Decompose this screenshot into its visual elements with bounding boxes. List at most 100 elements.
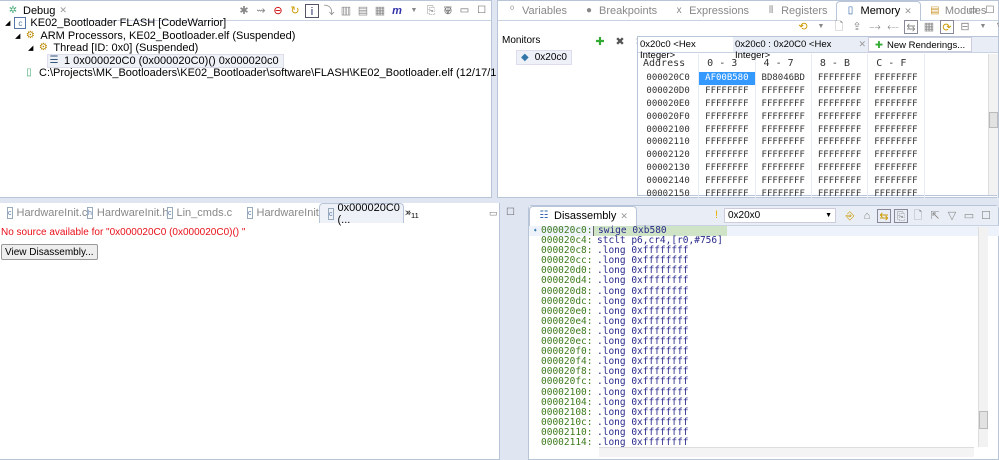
memory-cell[interactable]: FFFFFFFF (698, 110, 756, 124)
memory-cell[interactable]: FFFFFFFF (867, 187, 925, 200)
step-into-icon[interactable]: ⤵ (322, 4, 336, 18)
multicore-icon[interactable]: m (390, 4, 404, 18)
new-view-icon[interactable]: 🗋 (911, 209, 925, 223)
memory-cell[interactable]: FFFFFFFF (811, 148, 869, 162)
link-icon[interactable]: ⇆ (877, 209, 891, 223)
connect-icon[interactable]: ⇝ (254, 4, 268, 18)
memory-cell[interactable]: FFFFFFFF (755, 135, 812, 149)
memory-cell[interactable]: FFFFFFFF (867, 97, 925, 111)
memory-cell[interactable]: FFFFFFFF (867, 135, 925, 149)
rendering-tab-1[interactable]: 0x20c0 <Hex Integer> (638, 37, 733, 61)
view-menu-icon[interactable]: ▽ (945, 209, 959, 223)
tab-breakpoints[interactable]: ● Breakpoints (575, 1, 665, 21)
column-header[interactable]: 8 - B (811, 54, 869, 72)
memory-cell[interactable]: FFFFFFFF (811, 135, 869, 149)
step-return-icon[interactable]: ▤ (356, 4, 370, 18)
view-disassembly-button[interactable]: View Disassembly... (1, 244, 98, 260)
tab-variables[interactable]: ⁰ Variables (498, 1, 575, 21)
reset-icon[interactable]: ⎘ (424, 4, 438, 18)
show-source-icon[interactable]: ⎘ (894, 209, 908, 223)
memory-cell[interactable]: FFFFFFFF (755, 84, 812, 98)
memory-cell[interactable]: FFFFFFFF (867, 110, 925, 124)
tree-item-frame[interactable]: ☰ 1 0x000020C0 (0x000020C0)() 0x000020c0 (47, 54, 284, 68)
drop-to-frame-icon[interactable]: ▦ (373, 4, 387, 18)
memory-cell[interactable]: FFFFFFFF (811, 97, 869, 111)
close-icon[interactable]: ✕ (858, 39, 866, 50)
horizontal-scrollbar[interactable] (599, 447, 974, 457)
editor-tab[interactable]: c 0x000020C0 (... ✕ (319, 202, 411, 226)
instruction-step-icon[interactable]: i (305, 4, 319, 18)
restore-icon[interactable]: ☐ (506, 207, 515, 218)
disassembly-listing[interactable]: ➧ 000020c0: swige 0xb580 000020c4: stclt p6,… (529, 225, 999, 448)
memory-cell[interactable]: FFFFFFFF (811, 72, 869, 85)
memory-cell[interactable]: FFFFFFFF (867, 161, 925, 175)
memory-cell[interactable]: FFFFFFFF (811, 110, 869, 124)
editor-tab[interactable]: c Lin_cmds.c (159, 203, 239, 223)
memory-cell[interactable]: FFFFFFFF (755, 148, 812, 162)
tab-memory[interactable]: ▯ Memory ✕ (835, 0, 921, 21)
memory-cell[interactable]: FFFFFFFF (698, 148, 756, 162)
monitor-item[interactable]: ◆ 0x20c0 (516, 50, 572, 65)
memory-cell[interactable]: FFFFFFFF (755, 110, 812, 124)
sync-icon[interactable]: ⟳ (940, 20, 954, 34)
editor-tab[interactable]: h HardwareInit.h (79, 203, 168, 223)
tab-disassembly[interactable]: ☷ Disassembly ✕ (529, 205, 637, 226)
close-icon[interactable]: ✕ (620, 211, 628, 222)
dropdown-icon[interactable]: ▼ (976, 20, 990, 34)
minimize-icon[interactable]: ▭ (460, 5, 469, 16)
export-icon[interactable]: ⇪ (850, 20, 864, 34)
memory-cell[interactable]: FFFFFFFF (755, 161, 812, 175)
tab-overflow[interactable]: »11 (404, 207, 419, 220)
link-icon[interactable]: ⟲ (796, 20, 810, 34)
restart-icon[interactable]: ↻ (288, 4, 302, 18)
memory-cell[interactable]: FFFFFFFF (867, 174, 925, 188)
memory-cell[interactable]: FFFFFFFF (698, 161, 756, 175)
memory-cell[interactable]: AF00B580 (698, 72, 756, 85)
tab-registers[interactable]: ⦀ Registers (757, 1, 835, 21)
memory-table[interactable]: Address 0 - 34 - 78 - BC - F 000020C0 AF00B… (638, 54, 999, 200)
tree-item-elf[interactable]: ▯ C:\Projects\MK_Bootloaders\KE02_Bootloa… (23, 67, 550, 79)
dropdown-icon[interactable]: ▼ (407, 4, 421, 18)
editor-tab[interactable]: c HardwareInit.c (0, 203, 87, 223)
format-icon[interactable]: ⊟ (958, 20, 972, 34)
memory-cell[interactable]: FFFFFFFF (698, 135, 756, 149)
memory-cell[interactable]: FFFFFFFF (698, 84, 756, 98)
memory-cell[interactable]: FFFFFFFF (755, 174, 812, 188)
tree-item-launch[interactable]: ◢ c KE02_Bootloader FLASH [CodeWarrior] (5, 17, 226, 29)
step-over-icon[interactable]: ▥ (339, 4, 353, 18)
maximize-icon[interactable]: ☐ (979, 209, 993, 223)
close-icon[interactable]: ✕ (904, 6, 912, 17)
memory-cell[interactable]: FFFFFFFF (811, 84, 869, 98)
memory-cell[interactable]: FFFFFFFF (811, 174, 869, 188)
toggle-split-icon[interactable]: ⇆ (904, 20, 918, 34)
minimize-icon[interactable]: ▭ (968, 5, 977, 16)
tab-expressions[interactable]: x Expressions (665, 1, 757, 21)
memory-cell[interactable]: FFFFFFFF (755, 187, 812, 200)
maximize-icon[interactable]: ☐ (477, 5, 486, 16)
memory-cell[interactable]: BD8046BD (755, 72, 812, 85)
memory-cell[interactable]: FFFFFFFF (867, 72, 925, 85)
new-renderings-tab[interactable]: ✚ New Renderings... (868, 37, 973, 52)
view-menu-icon[interactable]: ▽ (444, 5, 452, 16)
memory-cell[interactable]: FFFFFFFF (698, 97, 756, 111)
memory-cell[interactable]: FFFFFFFF (811, 161, 869, 175)
pin-icon[interactable]: ⇱ (928, 209, 942, 223)
tree-item-thread[interactable]: ◢ ⚙ Thread [ID: 0x0] (Suspended) (28, 42, 198, 54)
memory-cell[interactable]: FFFFFFFF (755, 123, 812, 136)
memory-cell[interactable]: FFFFFFFF (811, 123, 869, 136)
memory-cell[interactable]: FFFFFFFF (811, 187, 869, 200)
import-icon[interactable]: ⤍ (868, 20, 882, 34)
remove-terminated-icon[interactable]: ✱ (237, 4, 251, 18)
home-icon[interactable]: ⌂ (860, 209, 874, 223)
memory-cell[interactable]: FFFFFFFF (698, 123, 756, 136)
minimize-icon[interactable]: ▭ (489, 208, 498, 219)
memory-cell[interactable]: FFFFFFFF (755, 97, 812, 111)
editor-tab[interactable]: c HardwareInit.c (239, 203, 327, 223)
dropdown-icon[interactable]: ▼ (814, 20, 828, 34)
memory-cell[interactable]: FFFFFFFF (698, 174, 756, 188)
goto-pc-icon[interactable]: ⎆ (843, 209, 857, 223)
minimize-icon[interactable]: ▭ (962, 209, 976, 223)
memory-cell[interactable]: FFFFFFFF (867, 123, 925, 136)
add-monitor-icon[interactable]: ✚ (593, 35, 607, 49)
rendering-tab-2[interactable]: 0x20c0 : 0x20C0 <Hex Integer> ✕ (733, 37, 868, 61)
